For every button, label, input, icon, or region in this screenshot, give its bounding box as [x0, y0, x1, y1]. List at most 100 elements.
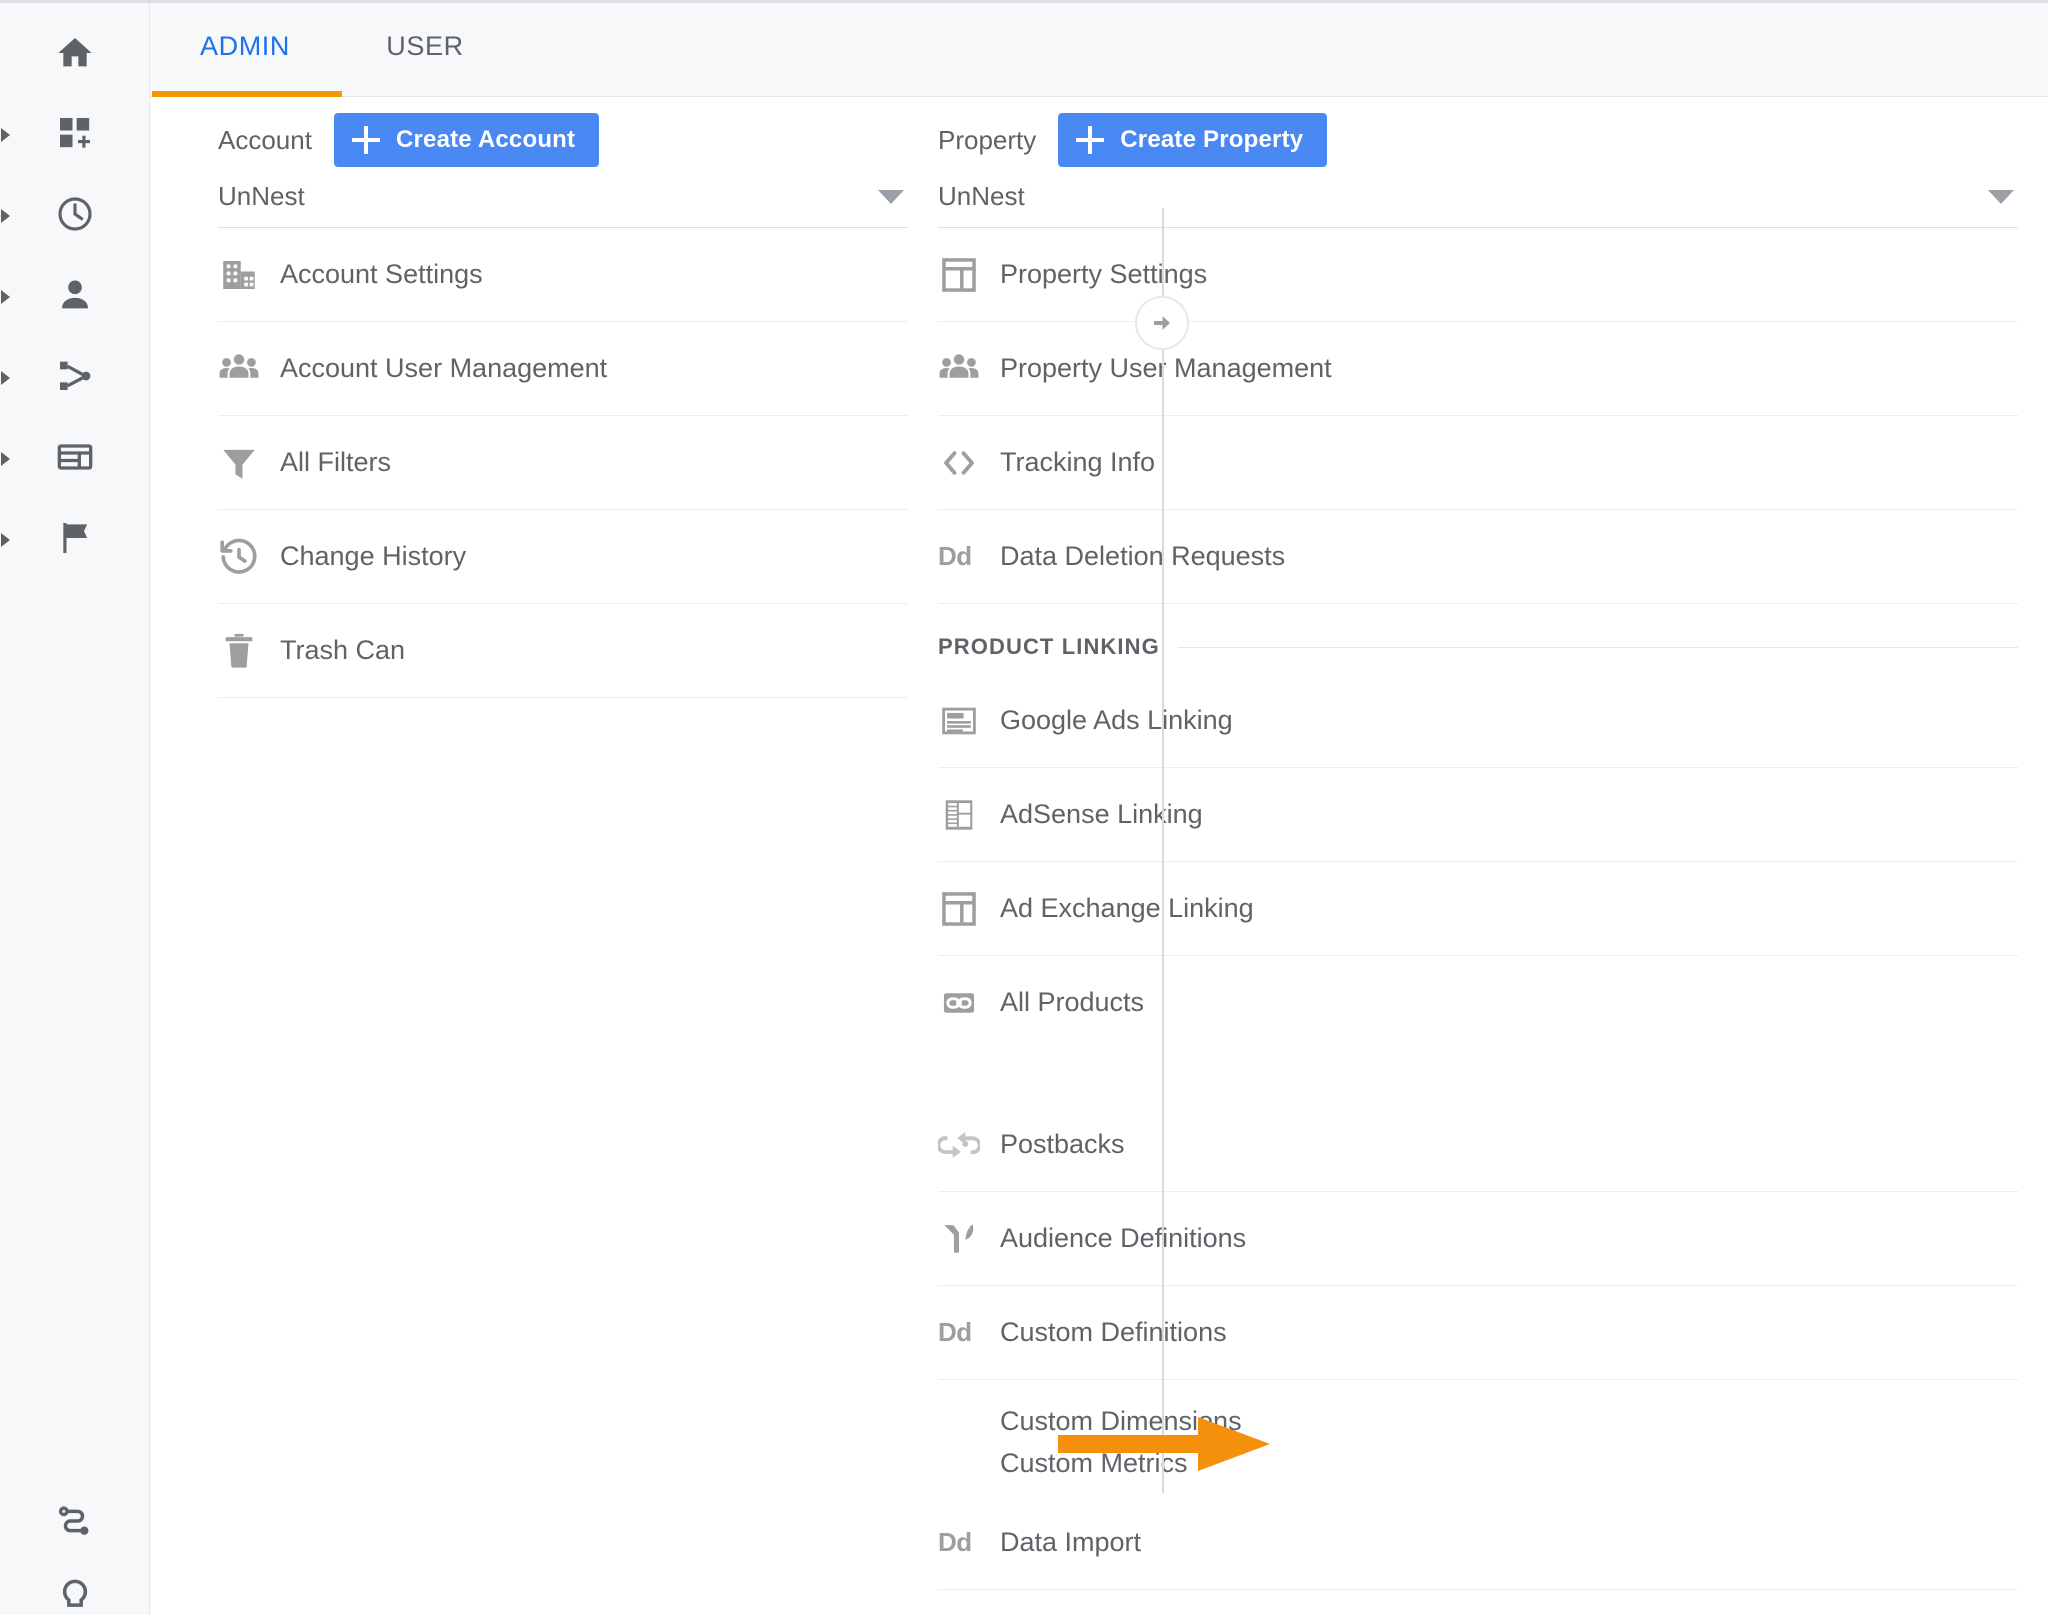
ad-exchange-linking-row[interactable]: Ad Exchange Linking: [938, 862, 2018, 956]
expand-caret-icon: [1, 452, 10, 466]
data-deletion-requests-label: Data Deletion Requests: [1000, 541, 1286, 571]
sidebar-item-customization[interactable]: [0, 95, 150, 175]
funnel-icon: [218, 442, 280, 484]
trash-can-label: Trash Can: [280, 635, 406, 665]
flag-icon: [55, 518, 95, 563]
create-property-button[interactable]: Create Property: [1058, 113, 1328, 167]
property-settings-label: Property Settings: [1000, 259, 1208, 289]
layout-panel-icon: [938, 254, 1000, 296]
panels-icon: [55, 437, 95, 482]
plus-icon: [351, 126, 380, 154]
adsense-grid-icon: [938, 794, 1000, 836]
person-icon: [55, 275, 95, 320]
sidebar-item-home[interactable]: [0, 15, 150, 95]
property-selector-value: UnNest: [938, 181, 1025, 211]
chevron-down-icon: [878, 189, 904, 204]
expand-caret-icon: [1, 371, 10, 385]
change-history-row[interactable]: Change History: [218, 510, 908, 604]
tab-user[interactable]: USER: [340, 3, 510, 97]
postbacks-arrows-icon: [938, 1124, 1000, 1166]
sidebar-item-acquisition[interactable]: [0, 338, 150, 418]
audience-definitions-label: Audience Definitions: [1000, 1223, 1247, 1253]
dd-badge-icon: Dd: [938, 541, 972, 571]
account-label: Account: [218, 124, 312, 155]
custom-dimensions-row[interactable]: Custom Dimensions: [938, 1400, 2018, 1442]
sidebar-item-conversions[interactable]: [0, 500, 150, 580]
data-deletion-requests-row[interactable]: Dd Data Deletion Requests: [938, 510, 2018, 604]
admin-columns: Account Create Account UnNest Account Se…: [150, 98, 2048, 1615]
layout-panel-icon: [938, 888, 1000, 930]
tab-admin[interactable]: ADMIN: [150, 3, 340, 97]
property-user-management-label: Property User Management: [1000, 353, 1332, 383]
sidebar-item-admin-tip[interactable]: [0, 1558, 150, 1615]
data-import-row[interactable]: Dd Data Import: [938, 1496, 2018, 1590]
all-filters-row[interactable]: All Filters: [218, 416, 908, 510]
property-menu-list: Property Settings Property User Manageme…: [938, 228, 2018, 1590]
column-divider: [1162, 208, 1164, 1493]
data-import-label: Data Import: [1000, 1527, 1142, 1557]
property-column: Property Create Property UnNest Property…: [938, 98, 2018, 1590]
custom-definitions-children: Custom Dimensions Custom Metrics: [938, 1380, 2018, 1496]
left-navigation-rail: [0, 3, 150, 1615]
section-divider-rule: [1177, 646, 2018, 648]
account-menu-list: Account Settings Account User Management…: [218, 228, 908, 698]
dd-badge-icon: Dd: [938, 1527, 972, 1557]
change-history-label: Change History: [280, 541, 467, 571]
account-user-management-row[interactable]: Account User Management: [218, 322, 908, 416]
custom-dimensions-label: Custom Dimensions: [1000, 1405, 1242, 1436]
home-icon: [55, 33, 95, 78]
account-selector-value: UnNest: [218, 181, 305, 211]
create-account-button-label: Create Account: [395, 126, 576, 153]
all-filters-label: All Filters: [280, 447, 392, 477]
account-user-management-label: Account User Management: [280, 353, 608, 383]
active-tab-underline: [152, 91, 342, 97]
property-label: Property: [938, 124, 1037, 155]
property-selector[interactable]: UnNest: [938, 166, 2018, 228]
ad-exchange-linking-label: Ad Exchange Linking: [1000, 893, 1254, 923]
history-icon: [218, 536, 280, 578]
product-linking-section-header: PRODUCT LINKING: [938, 604, 2018, 674]
custom-definitions-row[interactable]: Dd Custom Definitions: [938, 1286, 2018, 1380]
expand-caret-icon: [1, 290, 10, 304]
sidebar-item-discover[interactable]: [0, 1483, 150, 1563]
link-chain-icon: [938, 982, 1000, 1024]
account-settings-row[interactable]: Account Settings: [218, 228, 908, 322]
custom-metrics-row[interactable]: Custom Metrics: [938, 1442, 2018, 1484]
property-settings-row[interactable]: Property Settings: [938, 228, 2018, 322]
all-products-label: All Products: [1000, 987, 1145, 1017]
google-ads-linking-label: Google Ads Linking: [1000, 705, 1233, 735]
account-column: Account Create Account UnNest Account Se…: [218, 98, 908, 698]
sidebar-item-audience[interactable]: [0, 257, 150, 337]
tracking-info-label: Tracking Info: [1000, 447, 1156, 477]
audience-definitions-row[interactable]: Audience Definitions: [938, 1192, 2018, 1286]
property-column-header: Property Create Property: [938, 98, 2018, 167]
expand-caret-icon: [1, 533, 10, 547]
admin-tab-bar: ADMIN USER: [150, 3, 2048, 97]
expand-caret-icon: [1, 128, 10, 142]
adsense-linking-label: AdSense Linking: [1000, 799, 1203, 829]
create-account-button[interactable]: Create Account: [333, 113, 600, 167]
all-products-row[interactable]: All Products: [938, 956, 2018, 1050]
tracking-info-row[interactable]: Tracking Info: [938, 416, 2018, 510]
audience-fork-icon: [938, 1218, 1000, 1260]
postbacks-label: Postbacks: [1000, 1129, 1125, 1159]
ad-banner-icon: [938, 700, 1000, 742]
dd-badge-icon: Dd: [938, 1317, 972, 1347]
arrow-right-circle-icon[interactable]: [1135, 296, 1189, 350]
chevron-down-icon: [1988, 189, 2014, 204]
property-user-management-row[interactable]: Property User Management: [938, 322, 2018, 416]
expand-caret-icon: [1, 209, 10, 223]
postbacks-row[interactable]: Postbacks: [938, 1098, 2018, 1192]
trash-can-row[interactable]: Trash Can: [218, 604, 908, 698]
google-ads-linking-row[interactable]: Google Ads Linking: [938, 674, 2018, 768]
google-analytics-admin-page: ADMIN USER Account Create Account UnNest: [0, 0, 2048, 1615]
building-icon: [218, 254, 280, 296]
sidebar-item-behavior[interactable]: [0, 419, 150, 499]
custom-definitions-label: Custom Definitions: [1000, 1317, 1227, 1347]
share-nodes-icon: [55, 356, 95, 401]
adsense-linking-row[interactable]: AdSense Linking: [938, 768, 2018, 862]
account-selector[interactable]: UnNest: [218, 166, 908, 228]
sidebar-item-realtime[interactable]: [0, 176, 150, 256]
lightbulb-icon: [55, 1576, 95, 1615]
